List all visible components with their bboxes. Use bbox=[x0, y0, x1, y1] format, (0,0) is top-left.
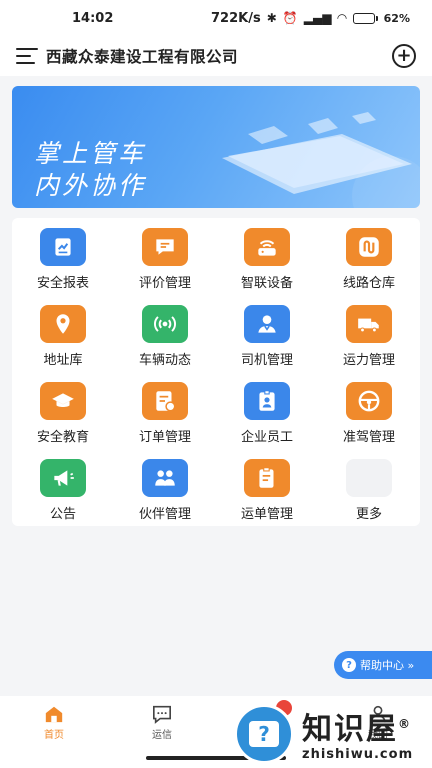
question-icon: ? bbox=[342, 658, 356, 672]
banner-slogan: 掌上管车 内外协作 bbox=[34, 138, 146, 202]
status-bar: 14:02 722K/s ✱ ⏰ ▂▄▆ ◠ 62% bbox=[0, 0, 432, 36]
menu-item-route-warehouse[interactable]: 线路仓库 bbox=[318, 224, 420, 301]
registered-mark: ® bbox=[398, 716, 412, 731]
menu-label: 司机管理 bbox=[240, 353, 293, 368]
route-icon bbox=[346, 228, 392, 266]
megaphone-icon bbox=[40, 459, 86, 497]
menu-item-partners[interactable]: 伙伴管理 bbox=[114, 455, 216, 532]
menu-label: 安全教育 bbox=[36, 430, 89, 445]
battery-icon bbox=[352, 12, 378, 24]
menu-item-order-management[interactable]: 订单管理 bbox=[114, 378, 216, 455]
truck-icon bbox=[346, 305, 392, 343]
steering-wheel-icon bbox=[346, 382, 392, 420]
watermark-text: 知识屋® zhishiwu.com bbox=[302, 707, 413, 762]
watermark-url: zhishiwu.com bbox=[302, 746, 414, 762]
driver-icon bbox=[244, 305, 290, 343]
menu-label: 线路仓库 bbox=[342, 276, 395, 291]
message-icon bbox=[153, 705, 171, 724]
location-pin-icon bbox=[40, 305, 86, 343]
menu-label: 运力管理 bbox=[342, 353, 395, 368]
help-center-label: 帮助中心 » bbox=[360, 659, 415, 672]
chat-bubble-icon bbox=[142, 228, 188, 266]
status-indicators: 722K/s ✱ ⏰ ▂▄▆ ◠ 62% bbox=[211, 11, 410, 26]
banner-line2: 内外协作 bbox=[34, 171, 147, 200]
nav-home[interactable]: 首页 bbox=[0, 696, 108, 768]
promo-banner[interactable]: 掌上管车 内外协作 bbox=[12, 86, 420, 208]
router-device-icon bbox=[244, 228, 290, 266]
menu-item-more[interactable]: 更多 bbox=[318, 455, 420, 532]
menu-item-safety-education[interactable]: 安全教育 bbox=[12, 378, 114, 455]
menu-item-capacity-management[interactable]: 运力管理 bbox=[318, 301, 420, 378]
menu-item-safety-report[interactable]: 安全报表 bbox=[12, 224, 114, 301]
menu-label: 车辆动态 bbox=[138, 353, 191, 368]
menu-label: 安全报表 bbox=[36, 276, 89, 291]
nav-label: 运信 bbox=[152, 730, 172, 741]
menu-label: 伙伴管理 bbox=[138, 507, 191, 522]
battery-percent: 62% bbox=[383, 11, 410, 25]
menu-label: 更多 bbox=[355, 507, 382, 522]
menu-label: 订单管理 bbox=[138, 430, 191, 445]
menu-item-driving-permit[interactable]: 准驾管理 bbox=[318, 378, 420, 455]
signal-icon bbox=[142, 305, 188, 343]
plus-circle-icon[interactable]: + bbox=[392, 44, 416, 68]
menu-label: 智联设备 bbox=[240, 276, 293, 291]
page-title: 西藏众泰建设工程有限公司 bbox=[46, 48, 239, 66]
status-time: 14:02 bbox=[72, 10, 114, 26]
watermark: ? 知识屋® zhishiwu.com bbox=[234, 700, 432, 768]
menu-item-evaluation[interactable]: 评价管理 bbox=[114, 224, 216, 301]
menu-label: 公告 bbox=[49, 507, 76, 522]
help-center-button[interactable]: ? 帮助中心 » bbox=[334, 651, 432, 679]
more-apps-icon bbox=[346, 459, 392, 497]
nav-label: 首页 bbox=[44, 730, 64, 741]
menu-label: 评价管理 bbox=[138, 276, 191, 291]
home-icon bbox=[45, 706, 63, 723]
menu-label: 准驾管理 bbox=[342, 430, 395, 445]
menu-label: 企业员工 bbox=[240, 430, 293, 445]
partners-icon bbox=[142, 459, 188, 497]
menu-label: 地址库 bbox=[43, 353, 83, 368]
graduation-cap-icon bbox=[40, 382, 86, 420]
menu-item-waybill[interactable]: 运单管理 bbox=[216, 455, 318, 532]
menu-item-address-book[interactable]: 地址库 bbox=[12, 301, 114, 378]
order-document-icon bbox=[142, 382, 188, 420]
feature-menu-grid: 安全报表 评价管理 智联设备 线路仓库 地址库 车辆动态 司机管理 运力管理 安… bbox=[12, 218, 420, 526]
watermark-title: 知识屋 bbox=[302, 711, 398, 747]
menu-item-smart-device[interactable]: 智联设备 bbox=[216, 224, 318, 301]
report-chart-icon bbox=[40, 228, 86, 266]
menu-item-employees[interactable]: 企业员工 bbox=[216, 378, 318, 455]
bluetooth-icon: ✱ bbox=[266, 11, 277, 25]
wifi-icon: ◠ bbox=[337, 11, 347, 25]
app-header: 西藏众泰建设工程有限公司 + bbox=[0, 36, 432, 76]
waybill-icon bbox=[244, 459, 290, 497]
alarm-icon: ⏰ bbox=[282, 11, 298, 25]
menu-label: 运单管理 bbox=[240, 507, 293, 522]
menu-item-driver-management[interactable]: 司机管理 bbox=[216, 301, 318, 378]
cellular-signal-icon: ▂▄▆ bbox=[303, 11, 332, 25]
hamburger-icon[interactable] bbox=[16, 48, 38, 64]
watermark-logo-icon: ? bbox=[234, 704, 294, 764]
menu-item-vehicle-tracking[interactable]: 车辆动态 bbox=[114, 301, 216, 378]
network-speed: 722K/s bbox=[211, 10, 261, 26]
menu-item-announcement[interactable]: 公告 bbox=[12, 455, 114, 532]
id-badge-icon bbox=[244, 382, 290, 420]
banner-line1: 掌上管车 bbox=[34, 139, 147, 168]
